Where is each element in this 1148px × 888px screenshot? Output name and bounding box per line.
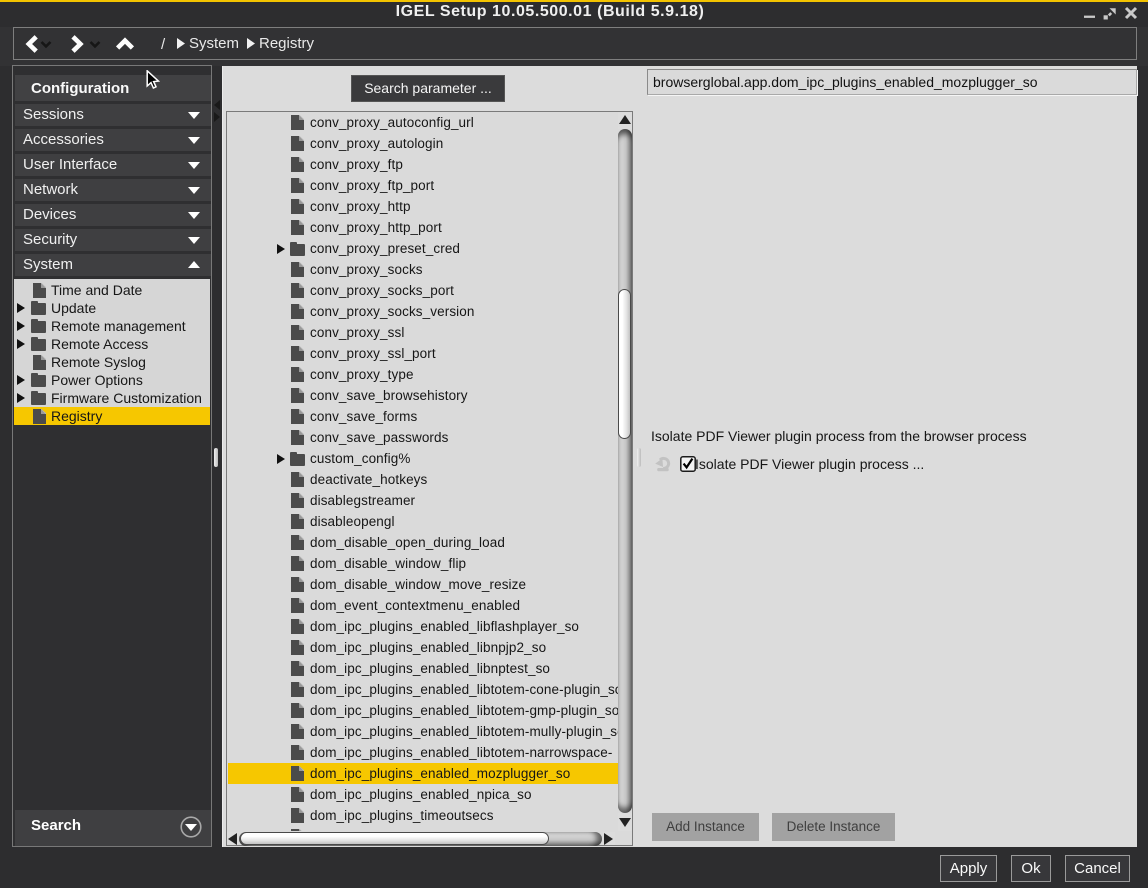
svg-text:/: /	[161, 36, 166, 53]
